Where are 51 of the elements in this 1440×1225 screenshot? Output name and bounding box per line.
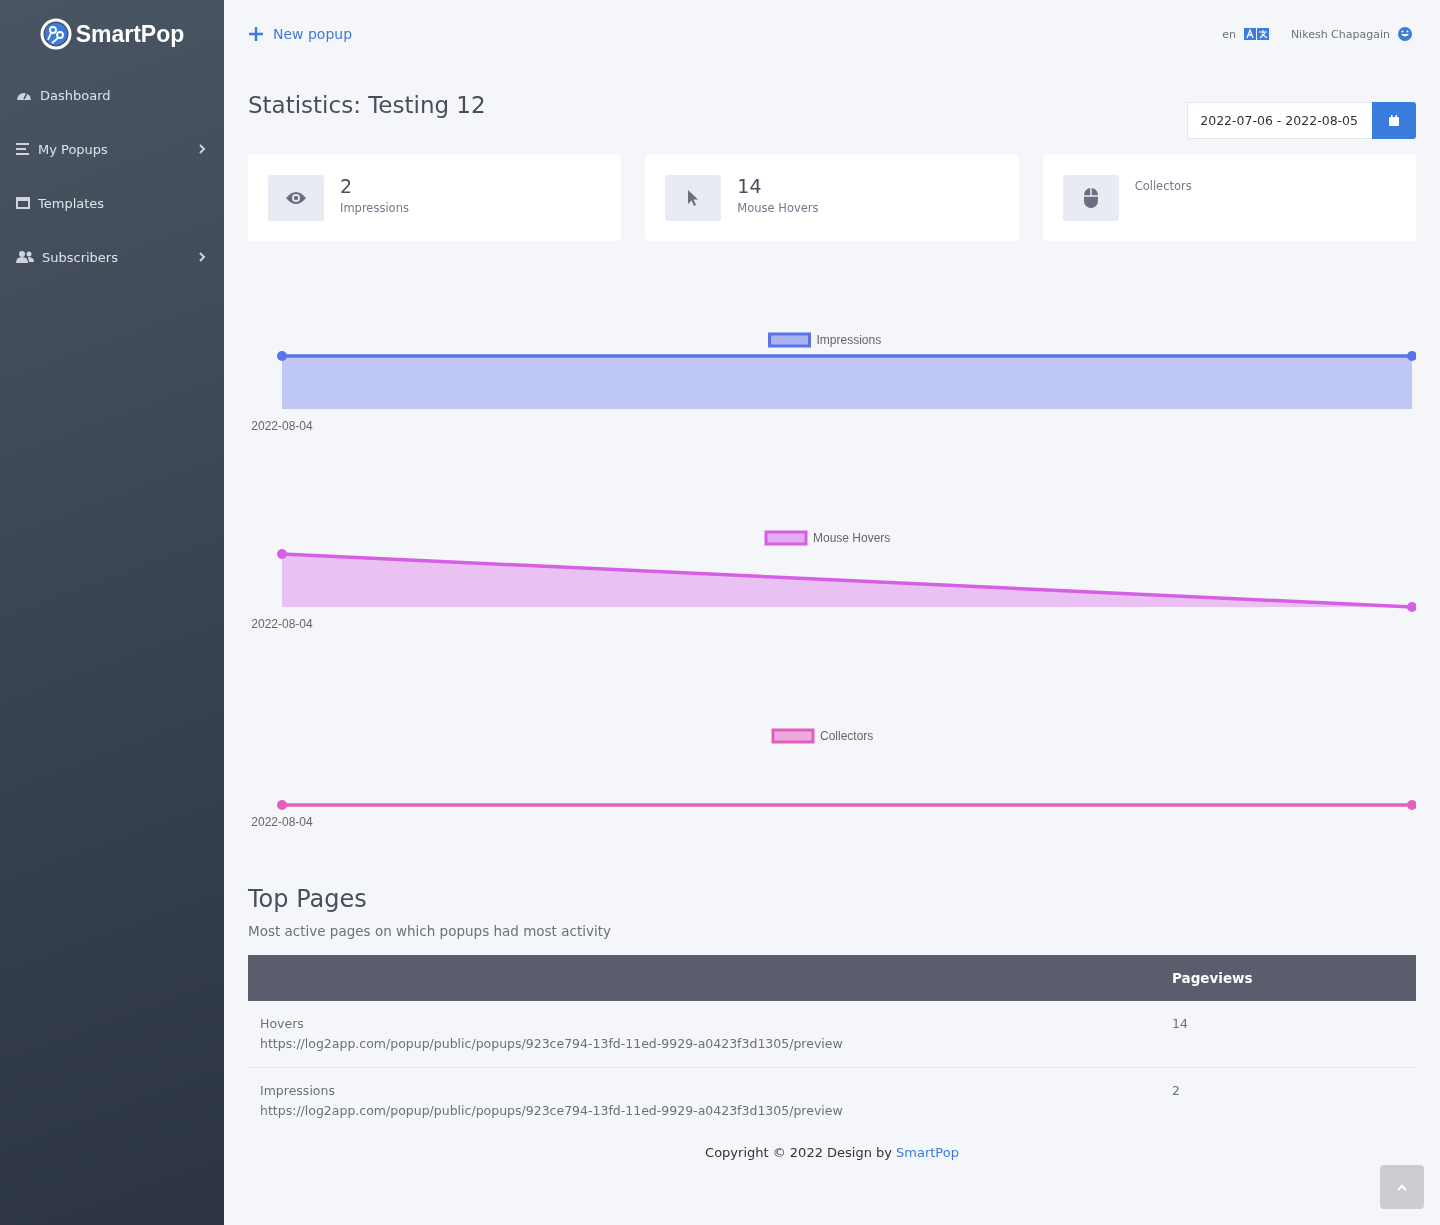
translate-icon: [1243, 28, 1269, 40]
stat-value: 2: [340, 175, 354, 197]
column-header: Pageviews: [1160, 955, 1416, 1001]
date-range-field[interactable]: 2022-07-06 - 2022-08-05: [1187, 102, 1372, 139]
logo-text: SmartPop: [75, 20, 185, 48]
sidebar-item[interactable]: My Popups: [0, 122, 224, 176]
user-name[interactable]: Nikesh Chapagain: [1290, 27, 1390, 41]
stat-label: Collectors: [1134, 179, 1192, 193]
legend-swatch[interactable]: [764, 530, 808, 546]
section-title: Top Pages: [248, 885, 368, 913]
stat-value: 14: [737, 175, 763, 197]
copyright-text: Copyright © 2022 Design by: [705, 1145, 893, 1160]
pageviews-cell: 14: [1160, 1001, 1416, 1068]
stat-label: Mouse Hovers: [737, 201, 819, 215]
section-subtitle: Most active pages on which popups had most activity: [248, 923, 612, 939]
smiley-icon: [1398, 27, 1412, 41]
page-url: https://log2app.com/popup/public/popups/923ce794-13fd-11ed-9929-a0423f3d1305/preview: [260, 1035, 844, 1053]
scroll-top-button[interactable]: [1380, 1165, 1424, 1209]
legend-label[interactable]: Collectors: [820, 729, 874, 743]
logo-icon: [39, 18, 72, 50]
users-icon: [16, 251, 34, 263]
stat-label: Impressions: [340, 201, 409, 215]
sidebar-item[interactable]: Templates: [0, 176, 224, 230]
pointer-icon: [687, 189, 700, 207]
window-icon: [16, 197, 30, 209]
eye-icon: [285, 191, 307, 205]
list-icon: [16, 143, 30, 155]
page-name: Hovers: [260, 1015, 305, 1033]
legend-label[interactable]: Impressions: [816, 333, 882, 347]
page-name: Impressions: [260, 1082, 336, 1100]
legend-label[interactable]: Mouse Hovers: [813, 531, 891, 545]
sidebar-item[interactable]: Dashboard: [0, 68, 224, 122]
x-axis-label: 2022-08-04: [251, 617, 313, 631]
new-popup-button[interactable]: New popup: [248, 26, 353, 42]
page-url: https://log2app.com/popup/public/popups/923ce794-13fd-11ed-9929-a0423f3d1305/preview: [260, 1102, 844, 1120]
sidebar-item[interactable]: Subscribers: [0, 230, 224, 284]
footer-link[interactable]: SmartPop: [896, 1145, 959, 1160]
calendar-icon: [1389, 115, 1399, 126]
page-title: Statistics: Testing 12: [248, 92, 486, 118]
chevron-up-icon: [1397, 1183, 1407, 1191]
language-selector[interactable]: en: [1222, 27, 1236, 41]
pageviews-cell: 2: [1160, 1067, 1416, 1134]
plus-icon: [248, 26, 264, 42]
x-axis-label: 2022-08-04: [251, 815, 313, 829]
legend-swatch[interactable]: [771, 728, 815, 744]
calendar-button[interactable]: [1372, 102, 1416, 139]
legend-swatch[interactable]: [768, 332, 811, 348]
mouse-icon: [1083, 188, 1098, 208]
x-axis-label: 2022-08-04: [251, 419, 313, 433]
chevron-right-icon: [199, 252, 206, 262]
chevron-right-icon: [199, 144, 206, 154]
